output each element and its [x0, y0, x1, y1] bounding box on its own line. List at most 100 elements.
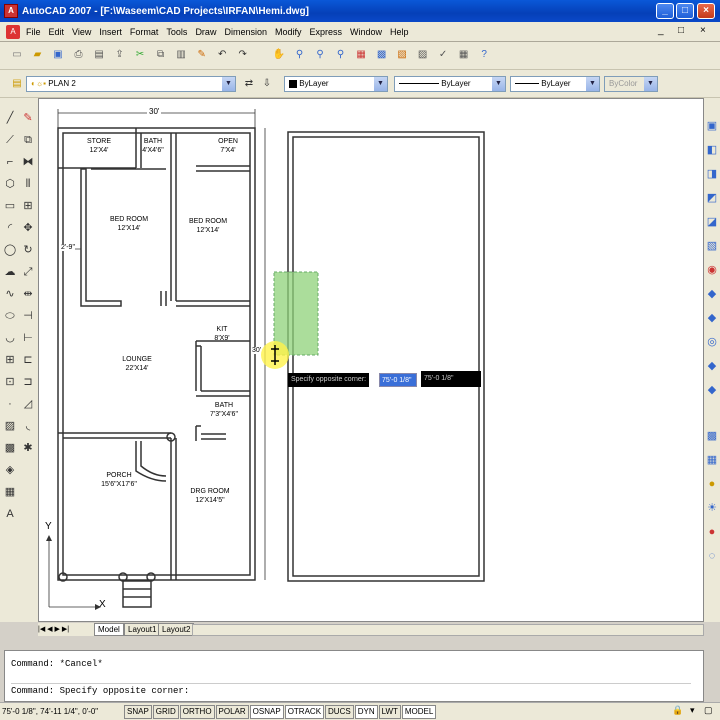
layer-dropdown[interactable]: ◐☼▪ PLAN 2 ▼ [26, 76, 236, 92]
break-icon[interactable]: ⊏ [20, 352, 36, 368]
tray-settings-icon[interactable]: ▾ [690, 705, 695, 716]
cut-icon[interactable]: ✂ [133, 48, 147, 62]
help-icon[interactable]: ? [477, 48, 491, 62]
doc-restore-button[interactable]: □ [678, 25, 684, 36]
line-icon[interactable]: ╱ [2, 110, 18, 126]
mtext-icon[interactable]: A [2, 506, 18, 522]
new-icon[interactable]: ▭ [10, 48, 24, 62]
construction-line-icon[interactable]: ⟋ [2, 132, 18, 148]
make-block-icon[interactable]: ⊡ [2, 374, 18, 390]
doc-close-button[interactable]: × [700, 25, 706, 36]
grid-toggle[interactable]: GRID [152, 704, 179, 719]
copy-icon[interactable]: ⧉ [154, 48, 168, 62]
tab-model[interactable]: Model [94, 623, 124, 636]
material-icon[interactable]: ● [704, 524, 720, 540]
ellipse-icon[interactable]: ⬭ [2, 308, 18, 324]
command-window[interactable]: Command: *Cancel* Command: Specify oppos… [4, 650, 704, 702]
point-icon[interactable]: · [2, 396, 18, 412]
offset-icon[interactable]: ⫴ [20, 176, 36, 192]
undo-icon[interactable]: ↶ [215, 48, 229, 62]
make-current-icon[interactable]: ⇩ [260, 77, 274, 91]
drawing-canvas[interactable]: STORE 12'X4' BATH 4'X4'6" OPEN 7'X4' BED RO… [38, 98, 704, 622]
preview-icon[interactable]: ▤ [92, 48, 106, 62]
bottom-view-icon[interactable]: ◨ [704, 166, 720, 182]
front-view-icon[interactable]: ▧ [704, 238, 720, 254]
zoom-window-icon[interactable]: ⚲ [313, 48, 327, 62]
menu-format[interactable]: Format [126, 27, 163, 37]
otrack-toggle[interactable]: OTRACK [284, 704, 325, 719]
camera-icon[interactable]: ◎ [704, 334, 720, 350]
view-icon[interactable]: ▣ [704, 118, 720, 134]
horizontal-scrollbar[interactable] [192, 624, 704, 636]
snap-toggle[interactable]: SNAP [124, 704, 152, 719]
color-dropdown[interactable]: ByLayer ▼ [284, 76, 388, 92]
menu-edit[interactable]: Edit [45, 27, 69, 37]
lwt-toggle[interactable]: LWT [378, 704, 401, 719]
pan-icon[interactable]: ✋ [272, 48, 286, 62]
mirror-icon[interactable]: ⧓ [20, 154, 36, 170]
scale-icon[interactable]: ⤢ [20, 264, 36, 280]
zoom-previous-icon[interactable]: ⚲ [334, 48, 348, 62]
first-tab-icon[interactable]: |◀ [38, 626, 45, 633]
gradient-icon[interactable]: ▩ [2, 440, 18, 456]
print-icon[interactable]: ⎙ [72, 48, 86, 62]
dynamic-input-field-2[interactable]: 75'-0 1/8" [421, 371, 481, 387]
render-icon[interactable]: ● [704, 476, 720, 492]
ne-iso-icon[interactable]: ◆ [704, 382, 720, 398]
markup-icon[interactable]: ✓ [436, 48, 450, 62]
iso-view-icon[interactable]: ◆ [704, 286, 720, 302]
shade-icon[interactable]: ▩ [704, 428, 720, 444]
doc-minimize-button[interactable]: _ [658, 25, 664, 36]
hatch-icon[interactable]: ▨ [2, 418, 18, 434]
close-button[interactable]: × [697, 3, 715, 19]
paste-icon[interactable]: ▥ [174, 48, 188, 62]
minimize-button[interactable]: _ [656, 3, 674, 19]
chamfer-icon[interactable]: ◿ [20, 396, 36, 412]
polyline-icon[interactable]: ⌐ [2, 154, 18, 170]
join-icon[interactable]: ⊐ [20, 374, 36, 390]
redo-icon[interactable]: ↷ [236, 48, 250, 62]
walk-icon[interactable]: ◌ [704, 548, 720, 564]
polar-toggle[interactable]: POLAR [215, 704, 249, 719]
insert-block-icon[interactable]: ⊞ [2, 352, 18, 368]
next-tab-icon[interactable]: ▶ [55, 626, 60, 633]
array-icon[interactable]: ⊞ [20, 198, 36, 214]
stretch-icon[interactable]: ⇹ [20, 286, 36, 302]
fillet-icon[interactable]: ◟ [20, 418, 36, 434]
tab-layout1[interactable]: Layout1 [124, 623, 161, 636]
wire-icon[interactable]: ▦ [704, 452, 720, 468]
menu-window[interactable]: Window [346, 27, 386, 37]
layer-manager-icon[interactable]: ▤ [10, 77, 24, 91]
se-iso-icon[interactable]: ◆ [704, 358, 720, 374]
region-icon[interactable]: ◈ [2, 462, 18, 478]
right-view-icon[interactable]: ◪ [704, 214, 720, 230]
ellipse-arc-icon[interactable]: ◡ [2, 330, 18, 346]
properties-icon[interactable]: ▦ [354, 48, 368, 62]
maximize-button[interactable]: □ [676, 3, 694, 19]
orbit-icon[interactable]: ◉ [704, 262, 720, 278]
sw-iso-icon[interactable]: ◆ [704, 310, 720, 326]
trim-icon[interactable]: ⊣ [20, 308, 36, 324]
menu-modify[interactable]: Modify [271, 27, 306, 37]
rotate-icon[interactable]: ↻ [20, 242, 36, 258]
toolpalettes-icon[interactable]: ▧ [395, 48, 409, 62]
extend-icon[interactable]: ⊢ [20, 330, 36, 346]
document-icon[interactable]: A [6, 24, 20, 39]
left-view-icon[interactable]: ◩ [704, 190, 720, 206]
menu-file[interactable]: File [22, 27, 45, 37]
menu-insert[interactable]: Insert [95, 27, 126, 37]
coordinate-readout[interactable]: 75'-0 1/8", 74'-11 1/4", 0'-0" [0, 707, 124, 716]
dyn-toggle[interactable]: DYN [354, 704, 378, 719]
open-icon[interactable]: ▰ [31, 48, 45, 62]
tab-layout2[interactable]: Layout2 [158, 623, 195, 636]
calculator-icon[interactable]: ▦ [457, 48, 471, 62]
clean-screen-icon[interactable]: ▢ [704, 705, 713, 716]
revcloud-icon[interactable]: ☁ [2, 264, 18, 280]
menu-view[interactable]: View [68, 27, 95, 37]
move-icon[interactable]: ✥ [20, 220, 36, 236]
polygon-icon[interactable]: ⬡ [2, 176, 18, 192]
osnap-toggle[interactable]: OSNAP [249, 704, 284, 719]
save-icon[interactable]: ▣ [51, 48, 65, 62]
matchprop-icon[interactable]: ✎ [195, 48, 209, 62]
table-icon[interactable]: ▦ [2, 484, 18, 500]
